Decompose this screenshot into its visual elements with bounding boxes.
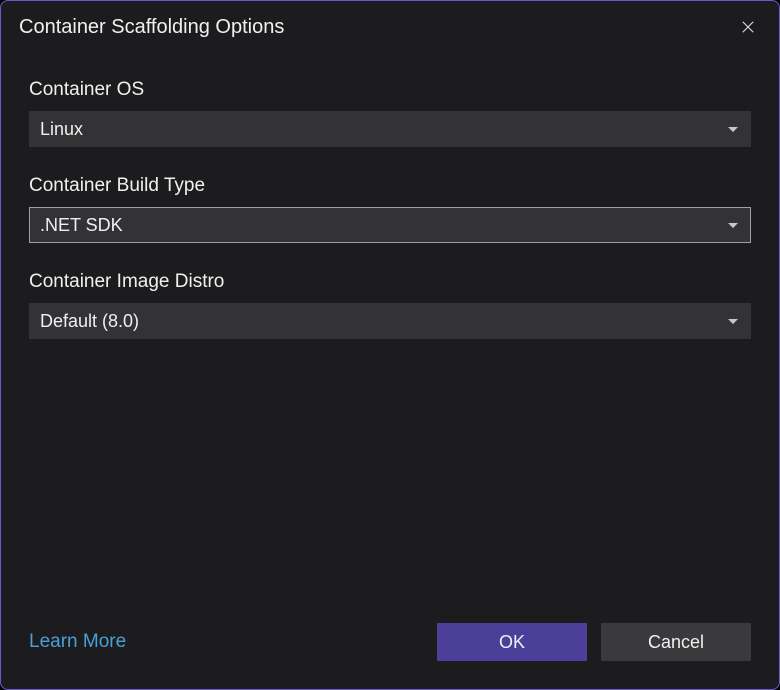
chevron-down-icon	[728, 127, 738, 132]
container-os-field: Container OS Linux	[29, 79, 751, 147]
container-build-type-dropdown[interactable]: .NET SDK	[29, 207, 751, 243]
container-image-distro-field: Container Image Distro Default (8.0)	[29, 271, 751, 339]
scaffolding-options-dialog: Container Scaffolding Options Container …	[0, 0, 780, 690]
dialog-content: Container OS Linux Container Build Type …	[1, 51, 779, 623]
dialog-title: Container Scaffolding Options	[19, 16, 284, 39]
container-build-type-label: Container Build Type	[29, 175, 751, 197]
chevron-down-icon	[728, 319, 738, 324]
close-icon	[739, 18, 757, 36]
ok-button[interactable]: OK	[437, 623, 587, 661]
container-image-distro-label: Container Image Distro	[29, 271, 751, 293]
container-os-label: Container OS	[29, 79, 751, 101]
dialog-footer: Learn More OK Cancel	[1, 623, 779, 689]
close-button[interactable]	[735, 14, 761, 40]
container-image-distro-dropdown[interactable]: Default (8.0)	[29, 303, 751, 339]
cancel-button[interactable]: Cancel	[601, 623, 751, 661]
chevron-down-icon	[728, 223, 738, 228]
container-image-distro-value: Default (8.0)	[40, 311, 139, 332]
container-build-type-field: Container Build Type .NET SDK	[29, 175, 751, 243]
footer-buttons: OK Cancel	[437, 623, 751, 661]
container-os-dropdown[interactable]: Linux	[29, 111, 751, 147]
container-build-type-value: .NET SDK	[40, 215, 123, 236]
container-os-value: Linux	[40, 119, 83, 140]
learn-more-link[interactable]: Learn More	[29, 631, 126, 653]
titlebar: Container Scaffolding Options	[1, 1, 779, 51]
